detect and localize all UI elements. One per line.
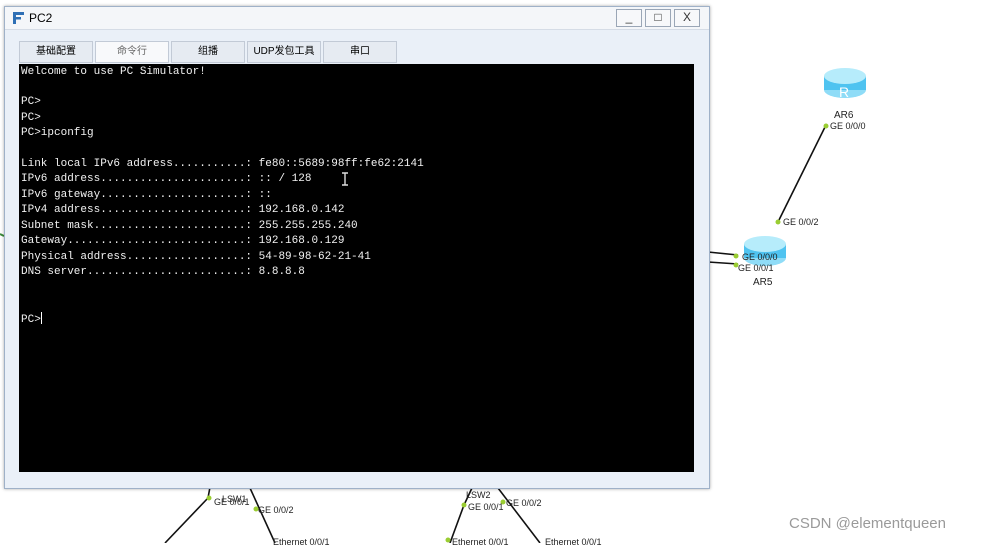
port-dot	[206, 495, 212, 501]
terminal-line: Subnet mask.......................: 255.…	[21, 220, 358, 232]
port-dot	[775, 219, 781, 225]
tab-command-line[interactable]: 命令行	[95, 41, 169, 63]
terminal-line: PC>	[21, 96, 41, 108]
terminal-line: PC>ipconfig	[21, 127, 94, 139]
maximize-button[interactable]: □	[645, 9, 671, 27]
terminal-line: PC>	[21, 112, 41, 124]
link-lsw1-down-left	[164, 497, 209, 543]
port-label: GE 0/0/2	[506, 498, 542, 508]
watermark: CSDN @elementqueen	[789, 515, 946, 532]
terminal-prompt: PC>	[21, 314, 41, 326]
port-label: GE 0/0/1	[468, 502, 504, 512]
device-label-ar6: AR6	[834, 110, 854, 121]
text-cursor	[40, 312, 42, 324]
port-dot	[823, 123, 829, 129]
router-glyph: R	[839, 84, 849, 100]
tab-multicast[interactable]: 组播	[171, 41, 245, 63]
pc-simulator-window: PC2 _ □ X 基础配置 命令行 组播 UDP发包工具 串口 Welcome…	[4, 6, 710, 489]
terminal-line: Link local IPv6 address...........: fe80…	[21, 158, 424, 170]
terminal-prompt-line[interactable]: PC>	[21, 312, 42, 327]
port-label: Ethernet 0/0/1	[273, 537, 330, 547]
window-title: PC2	[29, 11, 53, 25]
link-ar5-left-2	[707, 261, 739, 265]
tab-udp-tool[interactable]: UDP发包工具	[247, 41, 321, 63]
terminal-line: DNS server........................: 8.8.…	[21, 266, 305, 278]
terminal-line: Welcome to use PC Simulator!	[21, 66, 206, 78]
port-dot	[461, 502, 467, 508]
tab-serial[interactable]: 串口	[323, 41, 397, 63]
device-label-lsw2: LSW2	[466, 490, 491, 500]
port-label: GE 0/0/2	[258, 505, 294, 515]
terminal-line: IPv6 gateway......................: ::	[21, 189, 272, 201]
device-label-ar5: AR5	[753, 277, 773, 288]
link-lsw1-down-right	[249, 487, 276, 543]
link-lsw2-down-right	[497, 487, 541, 543]
terminal-line: IPv4 address......................: 192.…	[21, 204, 345, 216]
port-label: Ethernet 0/0/1	[545, 537, 602, 547]
port-label: GE 0/0/0	[742, 252, 778, 262]
terminal-line: IPv6 address......................: :: /…	[21, 173, 312, 185]
minimize-button[interactable]: _	[616, 9, 642, 27]
port-label: GE 0/0/2	[783, 217, 819, 227]
port-label: GE 0/0/1	[214, 497, 250, 507]
terminal-output[interactable]: Welcome to use PC Simulator! PC> PC> PC>…	[19, 64, 694, 472]
terminal-line: Physical address..................: 54-8…	[21, 251, 371, 263]
tab-basic-config[interactable]: 基础配置	[19, 41, 93, 63]
port-dot	[445, 537, 451, 543]
title-bar[interactable]: PC2 _ □ X	[5, 7, 709, 30]
port-label: Ethernet 0/0/1	[452, 537, 509, 547]
link-ar5-left-1	[707, 251, 739, 256]
port-dot	[733, 253, 739, 259]
terminal-line: Gateway...........................: 192.…	[21, 235, 345, 247]
router-icon-ar6[interactable]: R	[824, 68, 866, 100]
app-icon	[13, 12, 24, 24]
close-button[interactable]: X	[674, 9, 700, 27]
port-label: GE 0/0/0	[830, 121, 866, 131]
link-ar6-ar5	[777, 124, 827, 223]
ibeam-cursor-icon	[342, 172, 348, 186]
port-label: GE 0/0/1	[738, 263, 774, 273]
